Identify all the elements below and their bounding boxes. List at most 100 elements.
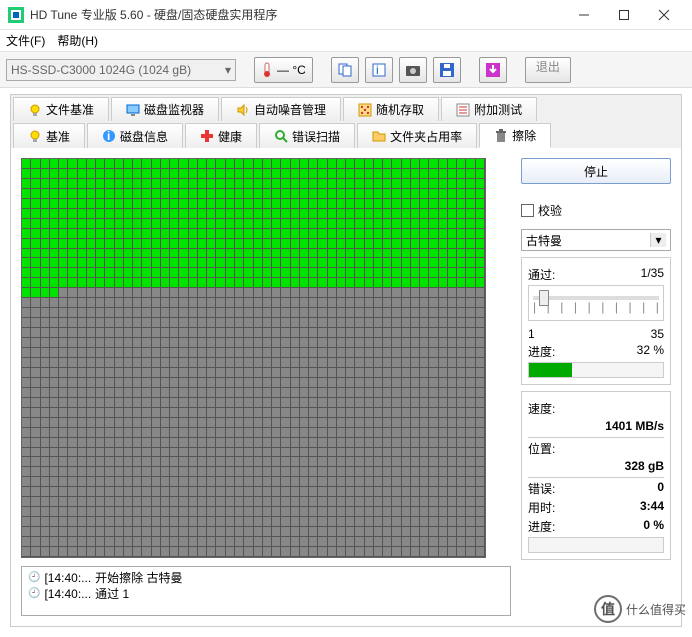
log-time: [14:40:... bbox=[44, 586, 91, 602]
stats-box: 速度: 1401 MB/s 位置: 328 gB bbox=[521, 391, 671, 560]
speed-value: 1401 MB/s bbox=[605, 419, 664, 433]
minimize-button[interactable] bbox=[564, 0, 604, 30]
thermometer-icon bbox=[261, 62, 273, 78]
app-icon bbox=[8, 7, 24, 23]
health-cross-icon bbox=[200, 129, 214, 143]
chevron-down-icon: ▾ bbox=[650, 233, 666, 247]
chevron-down-icon: ▾ bbox=[225, 63, 231, 77]
pass-value: 1/35 bbox=[641, 266, 664, 283]
load-button[interactable] bbox=[479, 57, 507, 83]
tab-erase[interactable]: 擦除 bbox=[479, 123, 551, 148]
tab-auto-noise[interactable]: 自动噪音管理 bbox=[221, 97, 341, 121]
folder-icon bbox=[372, 129, 386, 143]
tab-label: 自动噪音管理 bbox=[254, 101, 326, 118]
tab-label: 健康 bbox=[218, 128, 242, 145]
tab-random-access[interactable]: 随机存取 bbox=[343, 97, 439, 121]
menu-help[interactable]: 帮助(H) bbox=[57, 32, 98, 49]
save-button[interactable] bbox=[433, 57, 461, 83]
tab-disk-monitor[interactable]: 磁盘监视器 bbox=[111, 97, 219, 121]
pass-box: 通过: 1/35 |||||||||| 1 35 进度: 32 % bbox=[521, 257, 671, 385]
overall-progress-bar bbox=[528, 537, 664, 553]
log-line: 🕘 [14:40:... 开始擦除 古特曼 bbox=[28, 570, 504, 586]
tab-strip-row2: 基准 i 磁盘信息 健康 错误扫描 文件夹占用率 擦除 bbox=[11, 121, 681, 148]
tab-error-scan[interactable]: 错误扫描 bbox=[259, 123, 355, 148]
tab-label: 擦除 bbox=[512, 127, 536, 144]
prog2-value: 0 % bbox=[643, 518, 664, 535]
clock-icon: 🕘 bbox=[28, 586, 40, 602]
watermark-logo-icon: 值 bbox=[594, 595, 622, 623]
log-box: 🕘 [14:40:... 开始擦除 古特曼 🕘 [14:40:... 通过 1 bbox=[21, 566, 511, 616]
tab-health[interactable]: 健康 bbox=[185, 123, 257, 148]
stop-button[interactable]: 停止 bbox=[521, 158, 671, 184]
block-map bbox=[21, 158, 486, 558]
tab-container: 文件基准 磁盘监视器 自动噪音管理 随机存取 附加测试 基准 bbox=[10, 94, 682, 627]
tab-label: 磁盘信息 bbox=[120, 128, 168, 145]
tab-label: 文件基准 bbox=[46, 101, 94, 118]
copy-text-button[interactable] bbox=[331, 57, 359, 83]
progress-fill bbox=[529, 363, 572, 377]
tab-strip-row1: 文件基准 磁盘监视器 自动噪音管理 随机存取 附加测试 bbox=[11, 95, 681, 121]
verify-label: 校验 bbox=[538, 202, 562, 219]
range-lo: 1 bbox=[528, 327, 535, 341]
verify-checkbox-row: 校验 bbox=[521, 202, 671, 219]
maximize-button[interactable] bbox=[604, 0, 644, 30]
exit-button[interactable]: 退出 bbox=[525, 57, 571, 83]
pass-slider[interactable]: |||||||||| bbox=[528, 285, 664, 321]
tab-label: 错误扫描 bbox=[292, 128, 340, 145]
svg-text:i: i bbox=[107, 129, 110, 143]
temperature-box: — °C bbox=[254, 57, 313, 83]
drive-select[interactable]: HS-SSD-C3000 1024G (1024 gB) ▾ bbox=[6, 59, 236, 81]
info-icon: i bbox=[102, 129, 116, 143]
tab-file-benchmark[interactable]: 文件基准 bbox=[13, 97, 109, 121]
download-icon bbox=[486, 63, 500, 77]
watermark-text: 什么值得买 bbox=[626, 601, 686, 618]
progress-value: 32 % bbox=[637, 343, 664, 360]
pass-label: 通过: bbox=[528, 266, 555, 283]
menu-file[interactable]: 文件(F) bbox=[6, 32, 45, 49]
clock-icon: 🕘 bbox=[28, 570, 40, 586]
drive-select-label: HS-SSD-C3000 1024G (1024 gB) bbox=[11, 63, 191, 77]
close-button[interactable] bbox=[644, 0, 684, 30]
lightbulb-icon bbox=[28, 129, 42, 143]
tab-label: 磁盘监视器 bbox=[144, 101, 204, 118]
svg-text:i: i bbox=[376, 63, 379, 77]
speaker-icon bbox=[236, 103, 250, 117]
range-hi: 35 bbox=[651, 327, 664, 341]
checklist-icon bbox=[456, 103, 470, 117]
progress-label: 进度: bbox=[528, 343, 555, 360]
temperature-value: — °C bbox=[277, 63, 306, 77]
method-select[interactable]: 古特曼 ▾ bbox=[521, 229, 671, 251]
method-value: 古特曼 bbox=[526, 232, 562, 249]
lightbulb-icon bbox=[28, 103, 42, 117]
log-text: 通过 1 bbox=[95, 586, 129, 602]
tab-benchmark[interactable]: 基准 bbox=[13, 123, 85, 148]
watermark: 值 什么值得买 bbox=[594, 595, 686, 623]
log-text: 开始擦除 古特曼 bbox=[95, 570, 182, 586]
trash-icon bbox=[494, 129, 508, 143]
floppy-icon bbox=[440, 63, 454, 77]
verify-checkbox[interactable] bbox=[521, 204, 534, 217]
screenshot-button[interactable] bbox=[399, 57, 427, 83]
errors-label: 错误: bbox=[528, 480, 555, 497]
body: 文件基准 磁盘监视器 自动噪音管理 随机存取 附加测试 基准 bbox=[0, 88, 692, 637]
log-time: [14:40:... bbox=[44, 570, 91, 586]
camera-icon bbox=[406, 64, 420, 76]
position-value: 328 gB bbox=[625, 459, 664, 473]
menubar: 文件(F) 帮助(H) bbox=[0, 30, 692, 52]
position-label: 位置: bbox=[528, 440, 555, 457]
slider-thumb[interactable] bbox=[539, 290, 549, 306]
copy-info-button[interactable]: i bbox=[365, 57, 393, 83]
titlebar: HD Tune 专业版 5.60 - 硬盘/固态硬盘实用程序 bbox=[0, 0, 692, 30]
tab-content-erase: 🕘 [14:40:... 开始擦除 古特曼 🕘 [14:40:... 通过 1 … bbox=[11, 148, 681, 626]
tab-folder-usage[interactable]: 文件夹占用率 bbox=[357, 123, 477, 148]
tab-extra-tests[interactable]: 附加测试 bbox=[441, 97, 537, 121]
tab-disk-info[interactable]: i 磁盘信息 bbox=[87, 123, 183, 148]
tab-label: 随机存取 bbox=[376, 101, 424, 118]
monitor-icon bbox=[126, 103, 140, 117]
time-label: 用时: bbox=[528, 499, 555, 516]
tab-label: 附加测试 bbox=[474, 101, 522, 118]
copy-text-icon bbox=[338, 63, 352, 77]
progress-bar bbox=[528, 362, 664, 378]
log-line: 🕘 [14:40:... 通过 1 bbox=[28, 586, 504, 602]
exit-button-label: 退出 bbox=[536, 60, 560, 74]
